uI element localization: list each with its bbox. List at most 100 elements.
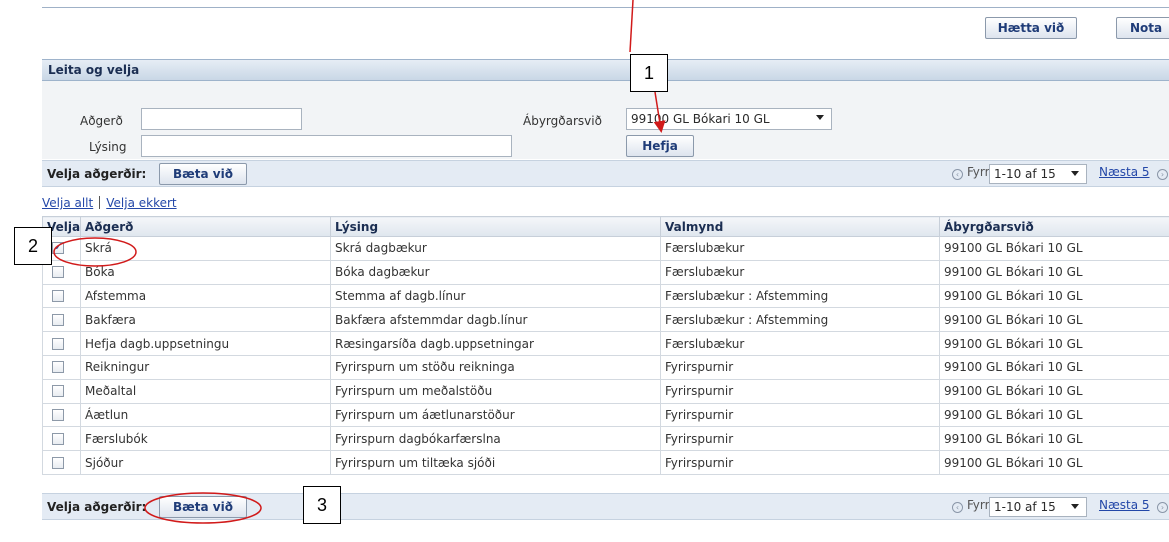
go-button[interactable]: Hefja [626,135,694,157]
apply-button[interactable]: Nota [1116,17,1169,39]
row-checkbox[interactable] [52,456,64,469]
row-action: Afstemma [80,283,331,309]
add-button-top[interactable]: Bæta við [159,163,247,185]
row-menu: Fyrirspurnir [660,402,940,428]
row-checkbox-cell [42,450,81,475]
row-checkbox[interactable] [52,361,64,374]
table-row[interactable]: Bakfæra Bakfæra afstemmdar dagb.línur Færs… [42,307,1169,333]
table-row[interactable]: Meðaltal Fyrirspurn um meðalstöðu Fyrirspu… [42,378,1169,404]
action-bar-top: Velja aðgerðir: Bæta við ‹ Fyrra 1-10 af … [42,160,1169,187]
row-responsibility: 99100 GL Bókari 10 GL [939,426,1169,452]
next-icon[interactable]: › [1157,498,1169,513]
next-link[interactable]: Næsta 5 [1099,498,1150,512]
row-checkbox-cell [42,378,81,404]
column-header-menu[interactable]: Valmynd [660,216,940,237]
select-actions-label: Velja aðgerðir: [47,500,147,514]
select-all-link[interactable]: Velja allt [42,196,93,210]
row-action: Færslubók [80,426,331,452]
responsibility-value: 99100 GL Bókari 10 GL [631,112,770,126]
row-responsibility: 99100 GL Bókari 10 GL [939,236,1169,261]
prev-icon: ‹ [952,502,963,513]
row-checkbox[interactable] [52,385,64,398]
callout-3: 3 [303,486,341,524]
cancel-button[interactable]: Hætta við [985,17,1077,39]
row-menu: Fyrirspurnir [660,378,940,404]
row-description: Fyrirspurn um stöðu reikninga [330,354,661,380]
range-value: 1-10 af 15 [994,167,1056,181]
description-input[interactable] [141,135,512,157]
table-row[interactable]: Færslubók Fyrirspurn dagbókarfærslna Fyrir… [42,426,1169,452]
row-responsibility: 99100 GL Bókari 10 GL [939,283,1169,309]
table-header-row: Velja Aðgerð Lýsing Valmynd Ábyrgðarsvið [42,216,1169,237]
range-select[interactable]: 1-10 af 15 [989,497,1087,517]
row-action: Sjóður [80,450,331,475]
row-menu: Fyrirspurnir [660,354,940,380]
row-description: Fyrirspurn um meðalstöðu [330,378,661,404]
prev-icon: ‹ [952,169,963,180]
chevron-down-icon [1071,171,1079,176]
row-description: Fyrirspurn um tiltæka sjóði [330,450,661,475]
row-responsibility: 99100 GL Bókari 10 GL [939,450,1169,475]
callout-2: 2 [14,227,52,265]
row-checkbox[interactable] [52,240,64,255]
description-label: Lýsing [89,140,127,154]
row-menu: Fyrirspurnir [660,426,940,452]
table-row[interactable]: Sjóður Fyrirspurn um tiltæka sjóði Fyrirsp… [42,450,1169,475]
row-checkbox-cell [42,426,81,452]
callout-1: 1 [630,54,668,92]
row-checkbox-cell [42,307,81,333]
row-responsibility: 99100 GL Bókari 10 GL [939,331,1169,356]
chevron-down-icon [1071,504,1079,509]
column-header-responsibility[interactable]: Ábyrgðarsvið [939,216,1169,237]
action-label: Aðgerð [80,114,123,128]
responsibility-label: Ábyrgðarsvið [523,114,602,128]
row-action: Bakfæra [80,307,331,333]
column-header-description[interactable]: Lýsing [330,216,661,237]
range-select[interactable]: 1-10 af 15 [989,164,1087,184]
row-checkbox[interactable] [52,266,64,279]
row-action: Skrá [80,236,331,261]
row-responsibility: 99100 GL Bókari 10 GL [939,354,1169,380]
row-checkbox-cell [42,283,81,309]
row-checkbox[interactable] [52,432,64,445]
row-action: Hefja dagb.uppsetningu [80,331,331,356]
next-icon[interactable]: › [1157,165,1169,180]
row-description: Bóka dagbækur [330,259,661,285]
row-checkbox-cell [42,354,81,380]
row-description: Stemma af dagb.línur [330,283,661,309]
table-row[interactable]: Áætlun Fyrirspurn um áætlunarstöður Fyrirs… [42,402,1169,428]
actions-table: Velja Aðgerð Lýsing Valmynd Ábyrgðarsvið… [42,216,1169,475]
row-description: Fyrirspurn dagbókarfærslna [330,426,661,452]
table-row[interactable]: Afstemma Stemma af dagb.línur Færslubækur … [42,283,1169,309]
action-input[interactable] [141,108,302,130]
row-action: Meðaltal [80,378,331,404]
row-menu: Færslubækur : Afstemming [660,283,940,309]
table-row[interactable]: Reikningur Fyrirspurn um stöðu reikninga F… [42,354,1169,380]
next-link[interactable]: Næsta 5 [1099,165,1150,179]
select-none-link[interactable]: Velja ekkert [106,196,176,210]
row-checkbox-cell [42,331,81,356]
row-action: Reikningur [80,354,331,380]
select-actions-label: Velja aðgerðir: [47,167,147,181]
row-responsibility: 99100 GL Bókari 10 GL [939,402,1169,428]
row-checkbox[interactable] [52,337,64,350]
row-checkbox-cell [42,402,81,428]
row-checkbox[interactable] [52,289,64,302]
table-row[interactable]: Hefja dagb.uppsetningu Ræsingarsíða dagb.… [42,331,1169,356]
row-checkbox[interactable] [52,313,64,326]
table-body: SkráSkrá dagbækurFærslubækur99100 GL Bók… [42,236,1169,475]
add-button-bottom[interactable]: Bæta við [159,496,247,518]
table-row[interactable]: Bóka Bóka dagbækur Færslubækur 99100 GL Bók… [42,259,1169,285]
row-description: Skrá dagbækur [330,236,661,261]
row-description: Fyrirspurn um áætlunarstöður [330,402,661,428]
section-title: Leita og velja [48,63,140,77]
column-header-action[interactable]: Aðgerð [80,216,331,237]
select-links: Velja allt Velja ekkert [42,196,177,214]
table-row[interactable]: SkráSkrá dagbækurFærslubækur99100 GL Bók… [42,236,1169,261]
responsibility-select[interactable]: 99100 GL Bókari 10 GL [626,108,832,130]
row-checkbox[interactable] [52,408,64,421]
top-divider [42,7,1169,8]
row-menu: Fyrirspurnir [660,450,940,475]
row-action: Bóka [80,259,331,285]
row-description: Bakfæra afstemmdar dagb.línur [330,307,661,333]
